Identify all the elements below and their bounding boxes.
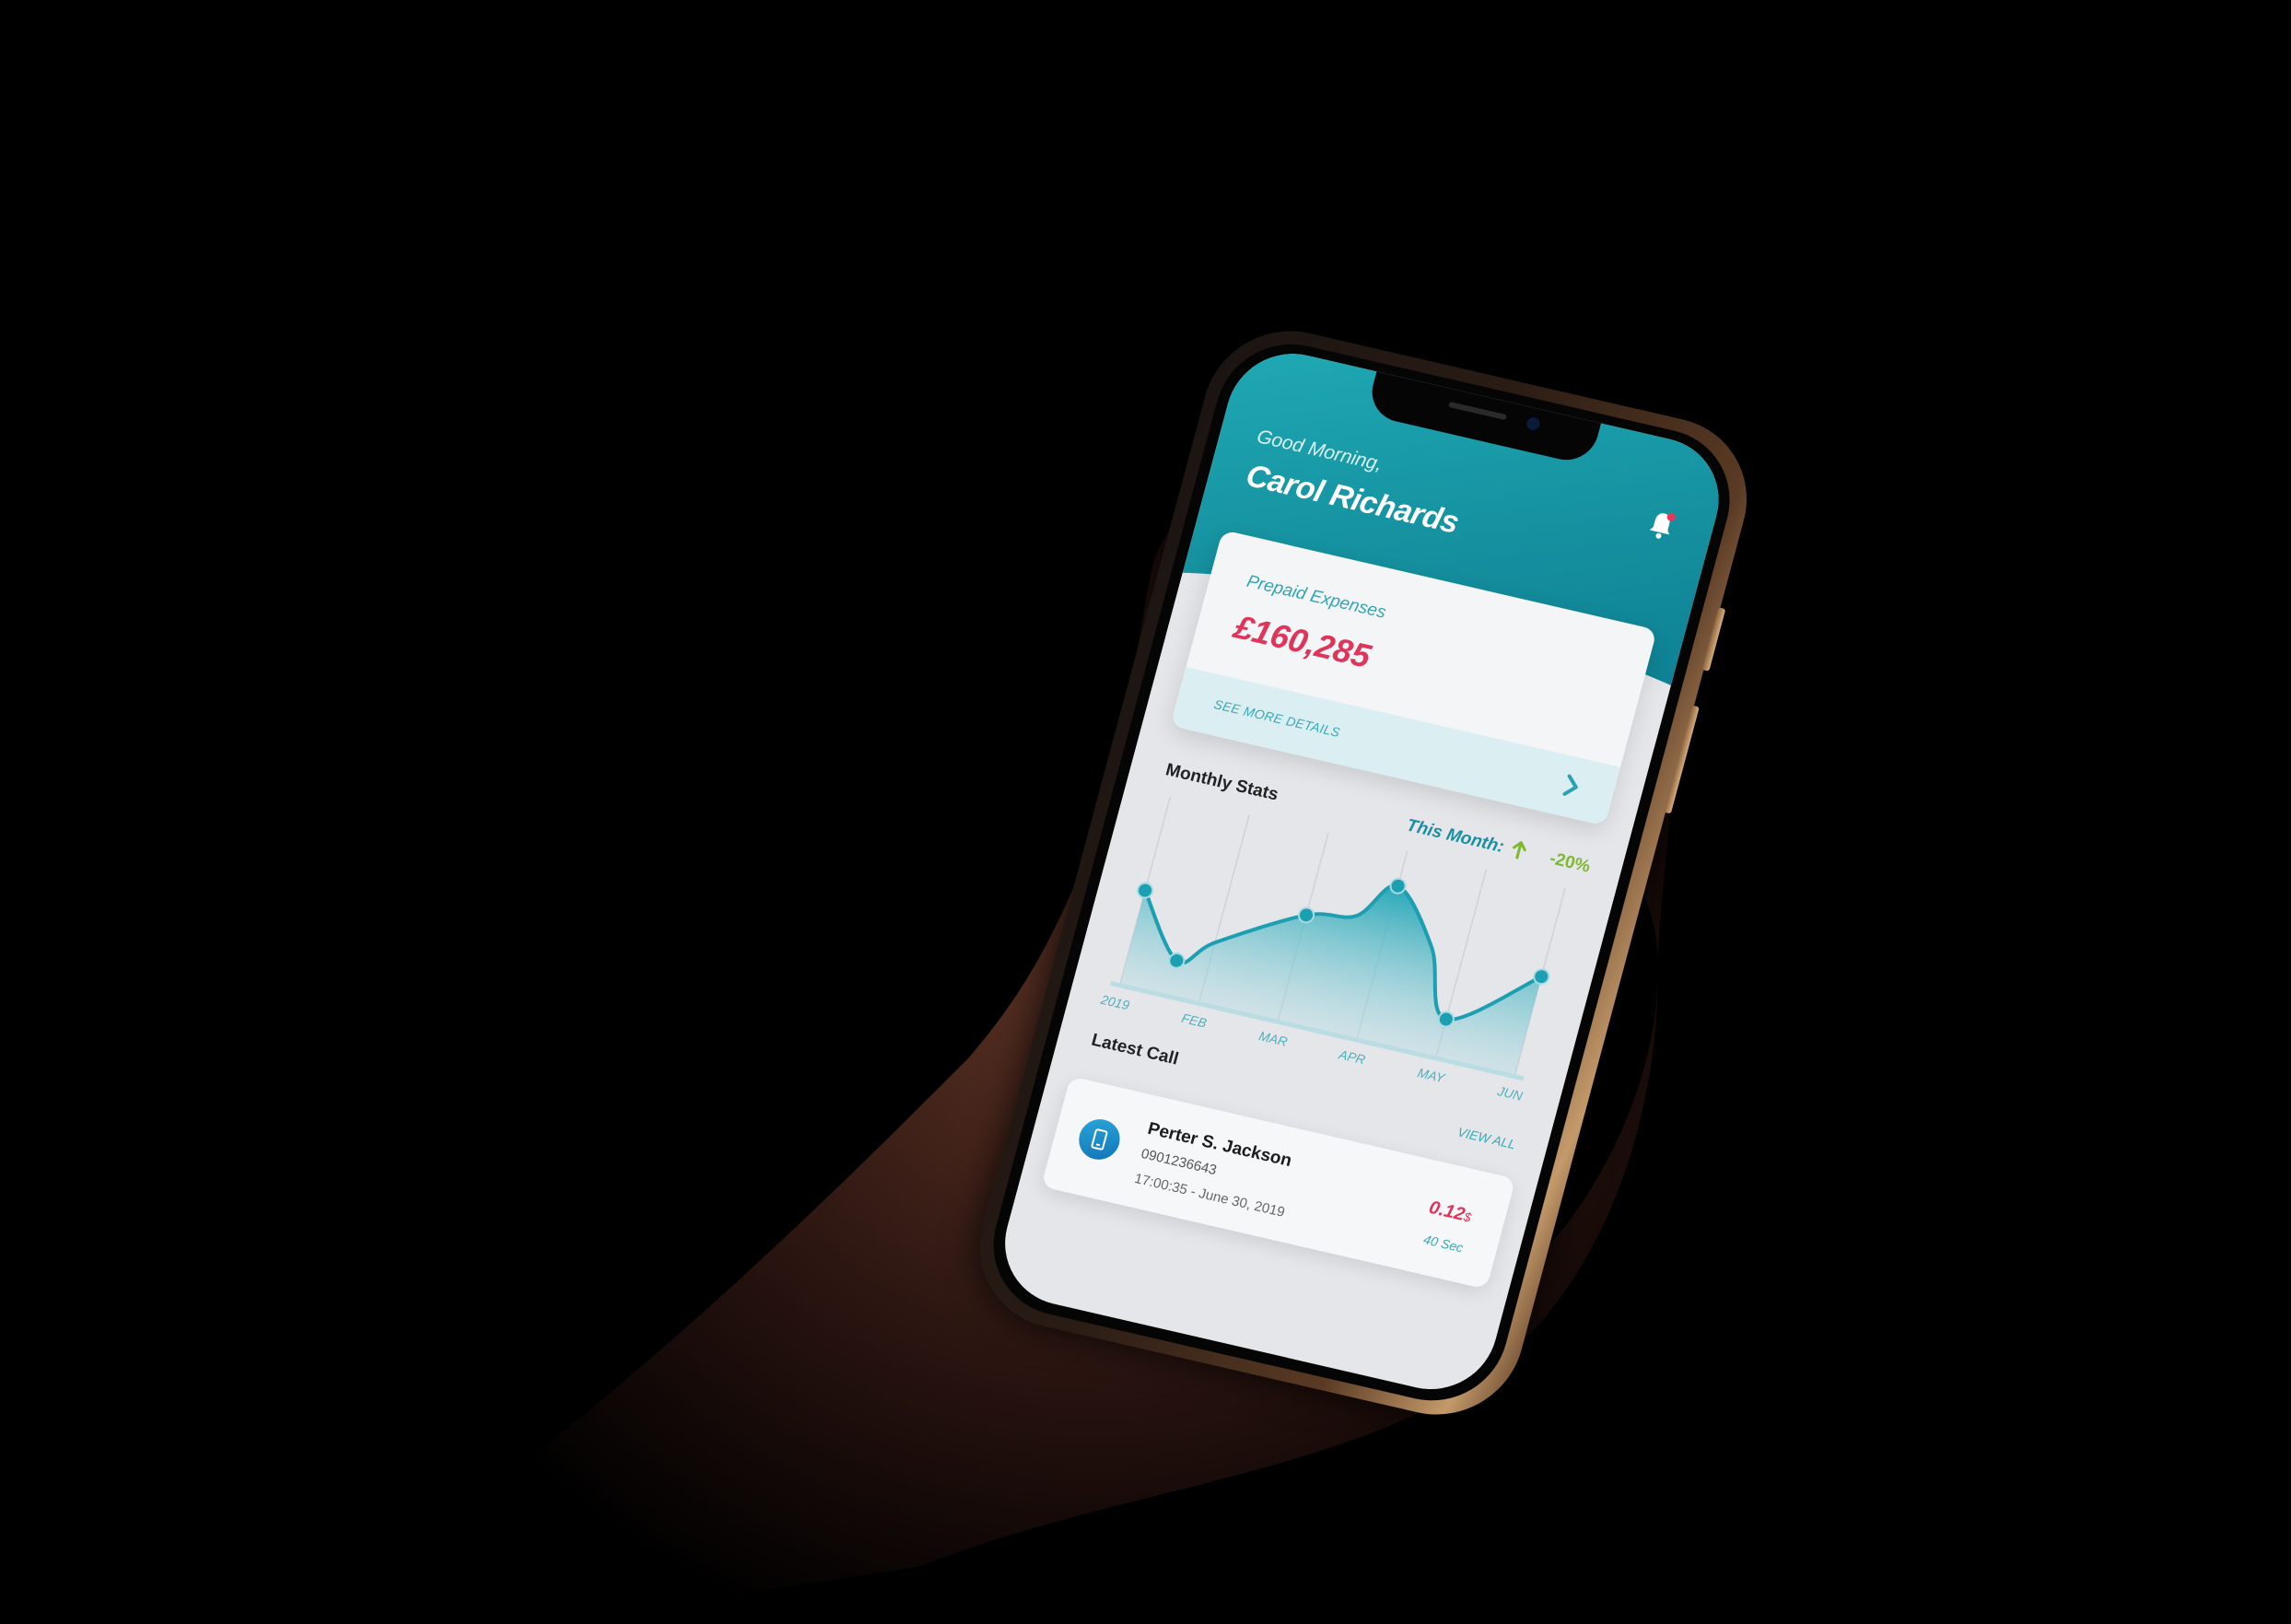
phone-icon bbox=[1074, 1115, 1125, 1164]
chart-x-label: FEB bbox=[1180, 1011, 1209, 1031]
chart-x-label: MAY bbox=[1416, 1065, 1447, 1085]
chart-x-label: MAR bbox=[1257, 1028, 1289, 1048]
call-time: 17:00:35 - June 30, 2019 bbox=[1132, 1170, 1287, 1221]
see-more-details-button[interactable]: SEE MORE DETAILS bbox=[1170, 666, 1621, 826]
chart-area bbox=[1120, 885, 1542, 1075]
camera bbox=[1525, 415, 1542, 432]
call-cost-value: 0.12 bbox=[1426, 1197, 1467, 1225]
monthly-delta: -20% bbox=[1547, 848, 1593, 877]
chart-x-label: 2019 bbox=[1098, 992, 1131, 1013]
latest-call-item[interactable]: Perter S. Jackson 0901236643 17:00:35 - … bbox=[1041, 1076, 1516, 1290]
card-amount: £160,285 bbox=[1230, 607, 1375, 675]
chart-x-label: JUN bbox=[1495, 1083, 1525, 1104]
arrow-up-icon bbox=[1513, 841, 1526, 859]
chevron-right-icon bbox=[1562, 774, 1578, 796]
chart-point bbox=[1137, 882, 1154, 899]
call-duration: 40 Sec bbox=[1421, 1232, 1466, 1256]
view-all-link[interactable]: VIEW ALL bbox=[1456, 1125, 1518, 1152]
speaker bbox=[1448, 401, 1507, 421]
call-cost: 0.12$ bbox=[1427, 1198, 1474, 1228]
see-more-details-label: SEE MORE DETAILS bbox=[1212, 696, 1342, 741]
this-month-label: This Month: bbox=[1404, 815, 1506, 858]
chart-x-label: APR bbox=[1337, 1046, 1367, 1067]
latest-call-title: Latest Call bbox=[1089, 1030, 1181, 1069]
